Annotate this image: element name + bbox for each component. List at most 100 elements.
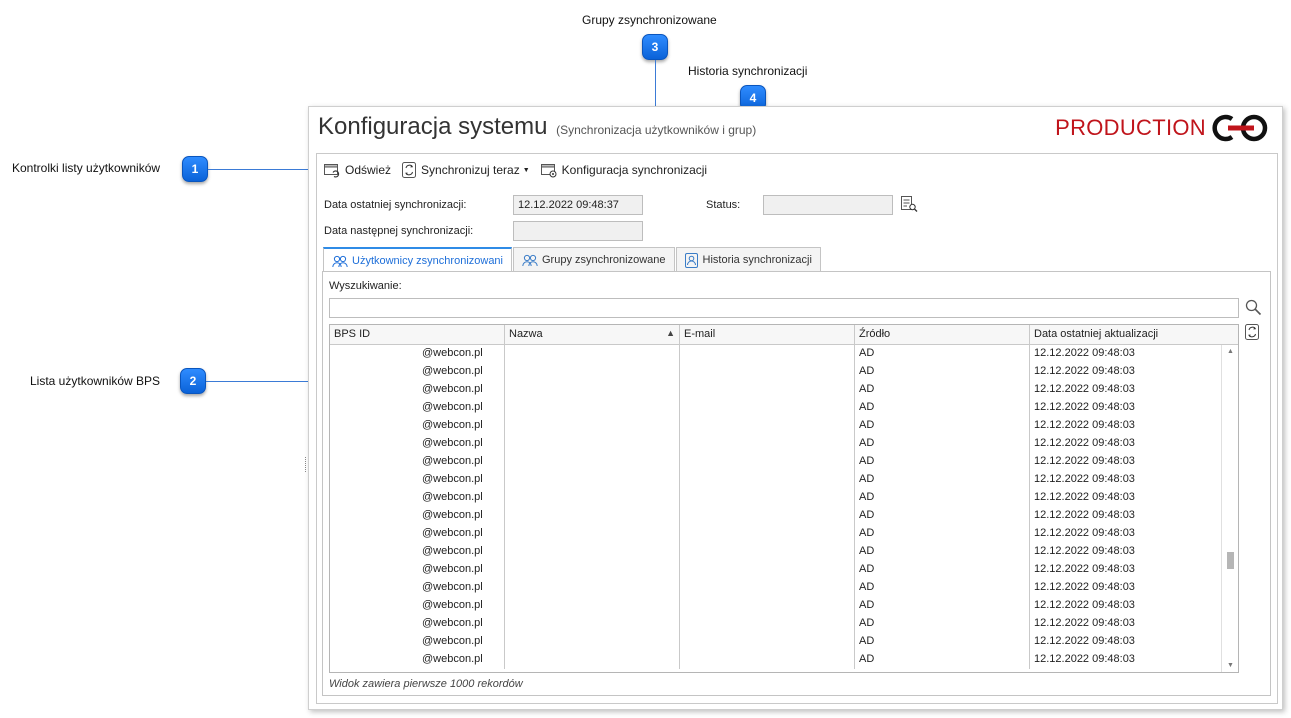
sync-now-button[interactable]: Synchronizuj teraz ▼: [402, 162, 530, 178]
table-row[interactable]: @webcon.pl AD 12.12.2022 09:48:03: [330, 597, 1238, 615]
table-row[interactable]: @webcon.pl AD 12.12.2022 09:48:03: [330, 453, 1238, 471]
cell-bps-id: @webcon.pl: [330, 345, 505, 363]
tab-sync-history[interactable]: Historia synchronizacji: [675, 247, 821, 272]
column-header-bps-id[interactable]: BPS ID: [330, 325, 505, 344]
cell-last-update: 12.12.2022 09:48:03: [1034, 617, 1135, 629]
environment-label: PRODUCTION: [1055, 115, 1206, 140]
cell-last-update: 12.12.2022 09:48:03: [1034, 509, 1135, 521]
cell-name: [505, 651, 680, 669]
refresh-icon: [324, 163, 340, 178]
status-details-icon[interactable]: [901, 196, 918, 212]
column-header-source[interactable]: Źródło: [855, 325, 1030, 344]
cell-email: [680, 453, 855, 471]
tab-synchronized-users-label: Użytkownicy zsynchronizowani: [352, 255, 503, 267]
cell-source: AD: [855, 651, 1030, 669]
status-field: [763, 195, 893, 215]
cell-bps-id: @webcon.pl: [330, 399, 505, 417]
cell-email: [680, 597, 855, 615]
cell-email: [680, 543, 855, 561]
resize-grip[interactable]: [305, 457, 308, 472]
cell-email: [680, 633, 855, 651]
cell-source: AD: [855, 615, 1030, 633]
callout-3-label: Grupy zsynchronizowane: [582, 13, 717, 27]
cell-bps-id: @webcon.pl: [330, 435, 505, 453]
table-row[interactable]: @webcon.pl AD 12.12.2022 09:48:03: [330, 525, 1238, 543]
search-label: Wyszukiwanie:: [329, 280, 402, 292]
table-row[interactable]: @webcon.pl AD 12.12.2022 09:48:03: [330, 489, 1238, 507]
tab-synchronized-groups[interactable]: Grupy zsynchronizowane: [513, 247, 675, 272]
cell-email: [680, 525, 855, 543]
cell-last-update: 12.12.2022 09:48:03: [1034, 473, 1135, 485]
cell-email: [680, 579, 855, 597]
column-header-email[interactable]: E-mail: [680, 325, 855, 344]
environment-brand: PRODUCTION: [1055, 113, 1272, 143]
table-row[interactable]: @webcon.pl AD 12.12.2022 09:48:03: [330, 417, 1238, 435]
cell-bps-id: @webcon.pl: [330, 579, 505, 597]
cell-name: [505, 453, 680, 471]
cell-bps-id: @webcon.pl: [330, 381, 505, 399]
cell-bps-id: @webcon.pl: [330, 543, 505, 561]
window-title: Konfiguracja systemu (Synchronizacja uży…: [318, 113, 756, 141]
next-sync-field: [513, 221, 643, 241]
cell-bps-id: @webcon.pl: [330, 633, 505, 651]
table-row[interactable]: @webcon.pl AD 12.12.2022 09:48:03: [330, 561, 1238, 579]
table-row[interactable]: @webcon.pl AD 12.12.2022 09:48:03: [330, 399, 1238, 417]
window-title-text: Konfiguracja systemu: [318, 113, 548, 140]
cell-last-update: 12.12.2022 09:48:03: [1034, 383, 1135, 395]
refresh-label: Odśwież: [345, 163, 392, 177]
sync-selected-icon[interactable]: [1245, 324, 1260, 341]
sync-configuration-button[interactable]: Konfiguracja synchronizacji: [540, 163, 707, 178]
cell-email: [680, 399, 855, 417]
table-row[interactable]: @webcon.pl AD 12.12.2022 09:48:03: [330, 579, 1238, 597]
grid-header: BPS ID Nazwa ▲ E-mail Źródło Data ostatn…: [330, 325, 1238, 345]
cell-name: [505, 363, 680, 381]
table-row[interactable]: @webcon.pl AD 12.12.2022 09:48:03: [330, 633, 1238, 651]
cell-bps-id: @webcon.pl: [330, 615, 505, 633]
table-row[interactable]: @webcon.pl AD 12.12.2022 09:48:03: [330, 363, 1238, 381]
scroll-down-icon[interactable]: ▼: [1227, 662, 1234, 669]
vertical-scrollbar[interactable]: ▲ ▼: [1221, 345, 1238, 672]
cell-source: AD: [855, 507, 1030, 525]
cell-last-update: 12.12.2022 09:48:03: [1034, 599, 1135, 611]
cell-last-update: 12.12.2022 09:48:03: [1034, 401, 1135, 413]
next-sync-label: Data następnej synchronizacji:: [324, 225, 474, 237]
column-header-last-update[interactable]: Data ostatniej aktualizacji: [1030, 325, 1221, 344]
table-row[interactable]: @webcon.pl AD 12.12.2022 09:48:03: [330, 651, 1238, 669]
cell-source: AD: [855, 579, 1030, 597]
synchronized-users-panel: Wyszukiwanie: BPS ID Nazwa ▲ E-mail Źród…: [322, 271, 1271, 696]
refresh-button[interactable]: Odśwież: [324, 163, 391, 178]
cell-last-update: 12.12.2022 09:48:03: [1034, 563, 1135, 575]
status-label: Status:: [706, 199, 741, 211]
cell-bps-id: @webcon.pl: [330, 363, 505, 381]
column-header-name[interactable]: Nazwa ▲: [505, 325, 680, 344]
tab-synchronized-users[interactable]: Użytkownicy zsynchronizowani: [323, 247, 512, 273]
cell-source: AD: [855, 381, 1030, 399]
table-row[interactable]: @webcon.pl AD 12.12.2022 09:48:03: [330, 615, 1238, 633]
table-row[interactable]: @webcon.pl AD 12.12.2022 09:48:03: [330, 471, 1238, 489]
table-row[interactable]: @webcon.pl AD 12.12.2022 09:48:03: [330, 543, 1238, 561]
table-row[interactable]: @webcon.pl AD 12.12.2022 09:48:03: [330, 381, 1238, 399]
scrollbar-thumb[interactable]: [1227, 552, 1234, 569]
cell-last-update: 12.12.2022 09:48:03: [1034, 545, 1135, 557]
cell-last-update: 12.12.2022 09:48:03: [1034, 491, 1135, 503]
cell-email: [680, 507, 855, 525]
table-row[interactable]: @webcon.pl AD 12.12.2022 09:48:03: [330, 345, 1238, 363]
scroll-up-icon[interactable]: ▲: [1227, 348, 1234, 355]
cell-name: [505, 579, 680, 597]
cell-source: AD: [855, 633, 1030, 651]
user-list-toolbar: Odśwież Synchronizuj teraz ▼ Konfiguracj…: [324, 162, 718, 178]
callout-1-label: Kontrolki listy użytkowników: [12, 161, 161, 175]
tab-sync-history-label: Historia synchronizacji: [702, 254, 812, 266]
callout-1-line: [208, 169, 320, 170]
cell-name: [505, 507, 680, 525]
search-input[interactable]: [329, 298, 1239, 318]
table-row[interactable]: @webcon.pl AD 12.12.2022 09:48:03: [330, 435, 1238, 453]
brand-logo-icon: [1212, 114, 1268, 142]
table-row[interactable]: @webcon.pl AD 12.12.2022 09:48:03: [330, 507, 1238, 525]
cell-bps-id: @webcon.pl: [330, 471, 505, 489]
cell-source: AD: [855, 363, 1030, 381]
cell-name: [505, 561, 680, 579]
bps-users-grid: BPS ID Nazwa ▲ E-mail Źródło Data ostatn…: [329, 324, 1239, 673]
search-icon[interactable]: [1245, 299, 1262, 316]
callout-1-badge: 1: [182, 156, 208, 182]
